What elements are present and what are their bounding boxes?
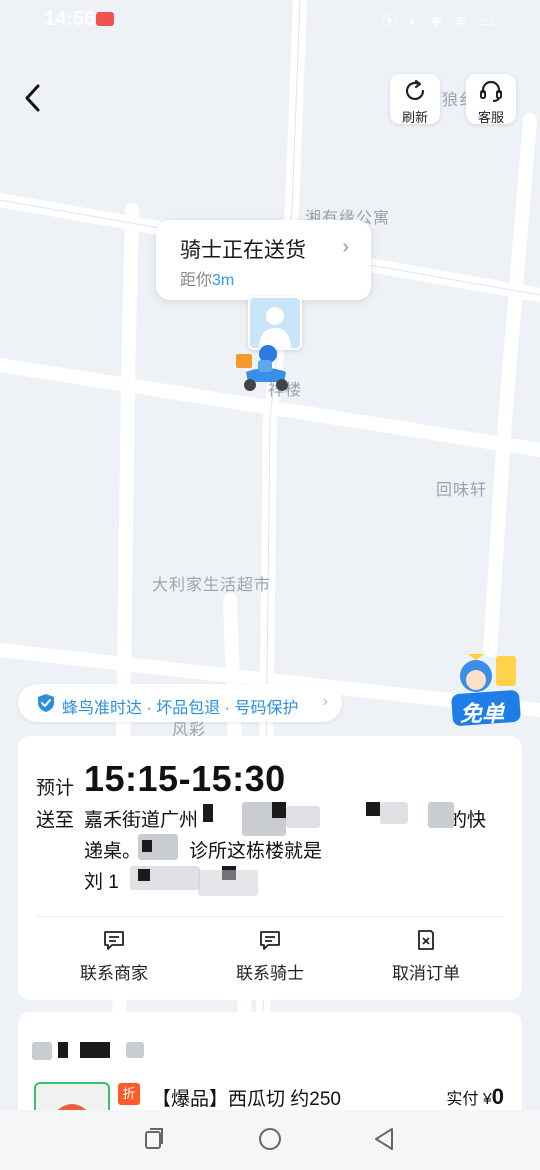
product-name[interactable]: 【爆品】西瓜切 约250 — [152, 1084, 341, 1111]
rider-status-title: 骑士正在送货 — [180, 239, 306, 262]
customer-service-button[interactable]: 客服 — [466, 74, 516, 125]
privacy-blur — [126, 1042, 144, 1058]
paid-amount: 实付 ¥0 — [446, 1084, 504, 1110]
rider-scooter-icon — [232, 342, 296, 394]
guarantee-banner[interactable]: 蜂鸟准时达 · 坏品包退 · 号码保护 › — [18, 684, 342, 722]
card-divider — [36, 916, 504, 917]
paid-value: 0 — [491, 1084, 504, 1109]
cancel-order-button[interactable]: 取消订单 — [366, 928, 486, 984]
refresh-button[interactable]: 刷新 — [390, 74, 440, 125]
rider-distance: 距你3m — [180, 266, 234, 290]
status-icons: ⦿ ◐ ✱ ≋ ▭ — [381, 13, 498, 30]
map-label-supermarket: 大利家生活超市 — [152, 577, 272, 594]
privacy-blur — [32, 1042, 52, 1060]
privacy-mask — [366, 802, 380, 816]
free-order-text: 免单 — [460, 701, 505, 726]
privacy-mask — [142, 840, 152, 852]
home-circle-icon — [259, 1128, 281, 1150]
address-line1: 嘉禾街道广州 — [84, 810, 199, 831]
avatar-placeholder-icon — [250, 298, 300, 348]
privacy-blur — [198, 870, 258, 896]
message-icon — [104, 931, 124, 950]
cancel-order-icon — [418, 930, 434, 950]
chevron-right-icon: › — [322, 693, 328, 710]
headset-icon — [480, 80, 502, 102]
contact-name-phone: 刘 1 — [84, 872, 119, 893]
contact-merchant-label: 联系商家 — [80, 964, 148, 983]
address-line2: 递桌。 — [84, 841, 142, 862]
privacy-blur — [286, 806, 320, 828]
privacy-blur — [380, 802, 408, 824]
home-button[interactable] — [255, 1124, 285, 1154]
deliver-to-label: 送至 — [36, 810, 75, 831]
rider-distance-prefix: 距你 — [180, 272, 213, 289]
back-triangle-icon — [375, 1128, 393, 1150]
rider-status-bubble[interactable]: 骑士正在送货 › 距你3m — [156, 220, 371, 300]
rider-distance-value: 3m — [212, 272, 235, 289]
free-order-badge[interactable]: 免单 — [446, 650, 528, 732]
privacy-mask — [138, 869, 150, 881]
system-nav-bar — [0, 1110, 540, 1170]
recent-apps-icon — [145, 1128, 163, 1149]
paid-label: 实付 ¥ — [446, 1091, 492, 1108]
eta-prefix: 预计 — [36, 778, 75, 799]
contact-rider-label: 联系骑士 — [236, 964, 304, 983]
nav-back-button[interactable] — [370, 1124, 400, 1154]
privacy-mask — [272, 802, 286, 818]
back-button[interactable] — [18, 80, 48, 116]
refresh-icon — [405, 79, 425, 100]
cancel-order-label: 取消订单 — [392, 964, 460, 983]
privacy-blur — [428, 802, 454, 828]
refresh-label: 刷新 — [401, 110, 428, 125]
delivery-info-card: 预计 15:15-15:30 送至 嘉禾街道广州 的快 递桌。 诊所这栋楼就是 刘 … — [18, 736, 522, 1000]
contact-merchant-button[interactable]: 联系商家 — [54, 928, 174, 984]
map-label-restaurant: 回味轩 — [436, 482, 488, 499]
shield-check-icon — [38, 694, 54, 712]
privacy-mask — [80, 1042, 110, 1058]
discount-tag: 折 — [118, 1083, 140, 1105]
status-bar: 14:56 ⦿ ◐ ✱ ≋ ▭ — [0, 0, 540, 40]
chevron-left-icon — [25, 84, 40, 112]
chevron-right-icon: › — [342, 236, 349, 258]
address-line2-tail: 诊所这栋楼就是 — [189, 841, 323, 862]
message-icon — [260, 931, 280, 950]
status-time: 14:56 — [44, 8, 96, 30]
recent-apps-button[interactable] — [140, 1124, 170, 1154]
eta-time: 15:15-15:30 — [84, 758, 286, 799]
customer-service-label: 客服 — [477, 110, 504, 125]
contact-rider-button[interactable]: 联系骑士 — [210, 928, 330, 984]
guarantee-text: 蜂鸟准时达 · 坏品包退 · 号码保护 — [62, 700, 299, 717]
privacy-mask — [203, 804, 213, 822]
notification-icon — [96, 12, 114, 26]
privacy-mask — [58, 1042, 68, 1058]
